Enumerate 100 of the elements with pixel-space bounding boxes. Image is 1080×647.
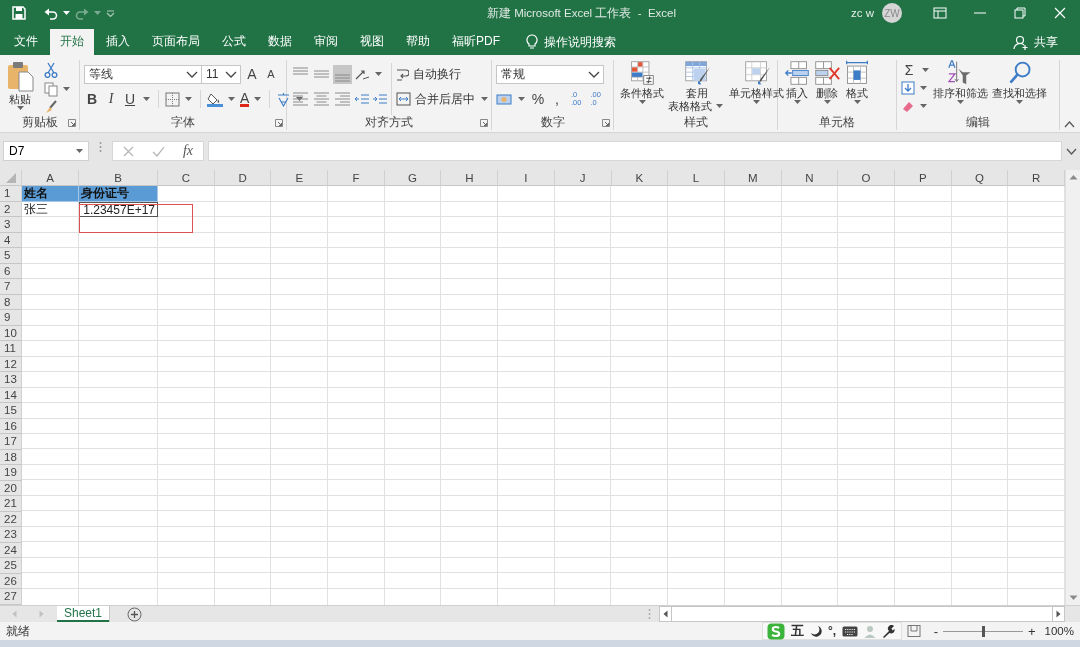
ribbon-tab[interactable]: 视图: [350, 29, 394, 55]
sort-button[interactable]: 排序和筛选: [931, 60, 990, 116]
caret-icon[interactable]: [185, 97, 192, 101]
caret-icon[interactable]: [793, 100, 801, 104]
keyboard-icon[interactable]: [842, 625, 859, 637]
zoom-in-button[interactable]: +: [1025, 623, 1039, 639]
fill-down-icon[interactable]: [901, 81, 915, 95]
row-header[interactable]: 11: [0, 341, 22, 357]
table-button[interactable]: 套用 表格格式: [666, 60, 727, 116]
caret-icon[interactable]: [823, 100, 831, 104]
column-header[interactable]: M: [724, 170, 782, 186]
dialog-launcher-icon[interactable]: [275, 118, 283, 127]
chevron-down-icon[interactable]: [186, 70, 198, 78]
wrench-icon[interactable]: [882, 624, 896, 638]
fill-color-icon[interactable]: [207, 91, 223, 107]
underline-button[interactable]: U: [122, 91, 138, 107]
caret-icon[interactable]: [76, 149, 83, 153]
ribbon-tab[interactable]: 帮助: [396, 29, 440, 55]
find-button[interactable]: 查找和选择: [990, 60, 1049, 116]
share-button[interactable]: 共享: [1007, 29, 1064, 55]
cell-styles-icon[interactable]: [743, 60, 770, 86]
spreadsheet-grid[interactable]: A B C D E F G H I J K L M N O P Q R 1 姓名 身份证号 2 张三 1.23457E+17 3 4 5 6 7 8 9 10 11 12 13 14 15 16 17 18 19 20 21 22 23 24 25 26 27: [0, 170, 1065, 605]
restore-icon[interactable]: [1013, 6, 1027, 20]
add-sheet-icon[interactable]: [127, 606, 143, 622]
drag-handle-icon[interactable]: [99, 141, 102, 153]
dialog-launcher-icon[interactable]: [602, 118, 610, 127]
scroll-right-icon[interactable]: [1056, 610, 1061, 618]
row-header[interactable]: 9: [0, 310, 22, 326]
delete-button[interactable]: 删除: [812, 60, 842, 116]
dialog-launcher-icon[interactable]: [68, 118, 76, 127]
font-color-button[interactable]: A: [240, 91, 250, 107]
column-header[interactable]: E: [271, 170, 329, 186]
row-header[interactable]: 25: [0, 558, 22, 574]
format-painter-icon[interactable]: [44, 100, 58, 114]
caret-icon[interactable]: [63, 87, 70, 91]
column-header[interactable]: Q: [951, 170, 1009, 186]
row-header[interactable]: 23: [0, 527, 22, 543]
column-header[interactable]: C: [158, 170, 215, 186]
lightbulb-icon[interactable]: [526, 34, 538, 50]
column-header[interactable]: L: [668, 170, 725, 186]
ribbon-tab[interactable]: 插入: [96, 29, 140, 55]
caret-icon[interactable]: [375, 72, 382, 76]
dialog-launcher-icon[interactable]: [480, 118, 488, 127]
caret-icon[interactable]: [63, 11, 70, 15]
autosum-button[interactable]: Σ: [901, 61, 917, 78]
search-field[interactable]: 操作说明搜索: [544, 33, 616, 51]
punctuation-button[interactable]: °,: [828, 624, 837, 638]
column-header[interactable]: O: [838, 170, 895, 186]
row-header[interactable]: 13: [0, 372, 22, 388]
column-header[interactable]: F: [328, 170, 385, 186]
font-name-dropdown[interactable]: 等线: [84, 64, 202, 84]
undo-icon[interactable]: [44, 6, 58, 20]
column-header[interactable]: N: [781, 170, 839, 186]
phonetic-guide-icon[interactable]: [276, 91, 292, 107]
row-header[interactable]: 19: [0, 465, 22, 481]
clipboard-icon[interactable]: [6, 60, 34, 92]
row-header[interactable]: 21: [0, 496, 22, 512]
column-header[interactable]: D: [214, 170, 272, 186]
conditional-format-icon[interactable]: [629, 60, 655, 86]
customize-icon[interactable]: [106, 9, 115, 17]
ribbon-tab[interactable]: 文件: [4, 29, 48, 55]
ribbon-tab[interactable]: 数据: [258, 29, 302, 55]
ribbon-tab[interactable]: 审阅: [304, 29, 348, 55]
row-header[interactable]: 15: [0, 403, 22, 419]
borders-icon[interactable]: [165, 91, 180, 107]
ribbon-display-icon[interactable]: [933, 6, 947, 20]
format-button[interactable]: 格式: [842, 60, 872, 116]
caret-icon[interactable]: [16, 106, 24, 110]
wrap-text-icon[interactable]: [396, 67, 409, 81]
person-plus-icon[interactable]: [1013, 34, 1029, 50]
ribbon-tab[interactable]: 公式: [212, 29, 256, 55]
caret-icon[interactable]: [957, 100, 964, 104]
caret-icon[interactable]: [481, 97, 488, 101]
horizontal-scrollbar[interactable]: [672, 606, 1052, 622]
name-box[interactable]: D7: [3, 141, 89, 161]
caret-icon[interactable]: [922, 67, 929, 72]
formula-input[interactable]: [208, 141, 1062, 161]
column-header[interactable]: B: [79, 170, 158, 186]
comma-button[interactable]: ,: [549, 91, 565, 107]
row-header[interactable]: 1: [0, 186, 22, 202]
caret-icon[interactable]: [518, 97, 525, 101]
column-header[interactable]: P: [894, 170, 952, 186]
row-header[interactable]: 5: [0, 248, 22, 264]
scroll-up-icon[interactable]: [1068, 174, 1078, 180]
column-header[interactable]: A: [22, 170, 79, 186]
insert-function-button[interactable]: fx: [182, 143, 193, 159]
close-icon[interactable]: [1053, 6, 1067, 20]
ribbon-tab[interactable]: 福昕PDF: [442, 29, 510, 55]
expand-formula-icon[interactable]: [1065, 148, 1077, 155]
delete-cells-icon[interactable]: [814, 60, 840, 86]
ribbon-tab[interactable]: 开始: [50, 29, 94, 55]
merge-cells-icon[interactable]: [396, 92, 411, 106]
caret-icon[interactable]: [1016, 100, 1023, 104]
column-header[interactable]: R: [1008, 170, 1065, 186]
row-header[interactable]: 7: [0, 279, 22, 295]
insert-cells-icon[interactable]: [784, 60, 810, 86]
paste-button[interactable]: 粘贴: [4, 60, 36, 116]
wrap-text-button[interactable]: 自动换行: [396, 66, 461, 82]
ribbon-tab[interactable]: 页面布局: [142, 29, 210, 55]
align-left-icon[interactable]: [291, 89, 310, 109]
